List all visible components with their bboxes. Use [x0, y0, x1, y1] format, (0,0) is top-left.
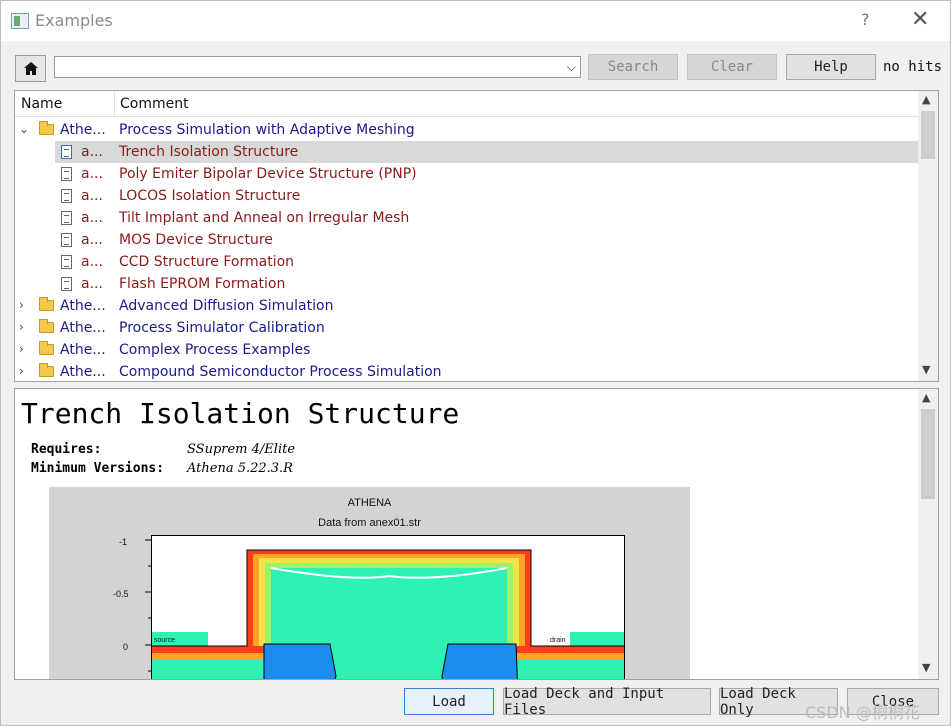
y-tick-label: -1: [119, 537, 128, 547]
tree-row-folder[interactable]: › Athe... Compound Semiconductor Process…: [15, 361, 918, 381]
folder-icon: [39, 363, 54, 377]
tree-row-selected[interactable]: a... Trench Isolation Structure: [55, 141, 918, 163]
chevron-down-icon[interactable]: ⌄: [19, 122, 29, 136]
tree-row-example[interactable]: a... CCD Structure Formation: [15, 251, 918, 273]
hits-status: no hits: [883, 59, 943, 75]
drain-label: drain: [550, 637, 566, 644]
scroll-thumb[interactable]: [921, 111, 935, 159]
tree-row-folder[interactable]: ⌄ Athe... Process Simulation with Adapti…: [15, 119, 918, 141]
scroll-down-icon[interactable]: ▼: [922, 661, 930, 674]
tree-row-example[interactable]: a... LOCOS Isolation Structure: [15, 185, 918, 207]
app-icon: [11, 13, 29, 29]
search-combobox[interactable]: ⌵: [54, 56, 581, 78]
preview-scrollbar[interactable]: ▲ ▼: [918, 389, 938, 679]
tree-row-example[interactable]: a... Flash EPROM Formation: [15, 273, 918, 295]
clear-button[interactable]: Clear: [687, 54, 777, 80]
tree-row-folder[interactable]: › Athe... Process Simulator Calibration: [15, 317, 918, 339]
scroll-up-icon[interactable]: ▲: [922, 391, 930, 404]
folder-icon: [39, 319, 54, 333]
column-header-comment[interactable]: Comment: [120, 96, 189, 112]
watermark: CSDN @桐桐花: [805, 703, 920, 722]
requires-label: Requires:: [31, 442, 102, 457]
column-header-name[interactable]: Name: [21, 96, 62, 112]
tree-row-example[interactable]: a... MOS Device Structure: [15, 229, 918, 251]
preview-title: Trench Isolation Structure: [21, 397, 460, 430]
min-versions-value: Athena 5.22.3.R: [187, 461, 293, 476]
close-icon[interactable]: ✕: [911, 7, 929, 32]
document-icon: [61, 189, 72, 203]
help-question-icon[interactable]: ?: [861, 10, 870, 29]
y-tick-label: 0: [123, 642, 129, 652]
chevron-right-icon[interactable]: ›: [19, 320, 24, 334]
folder-icon: [39, 297, 54, 311]
document-icon: [61, 255, 72, 269]
tree-row-example[interactable]: a... Poly Emiter Bipolar Device Structur…: [15, 163, 918, 185]
load-deck-input-button[interactable]: Load Deck and Input Files: [503, 686, 711, 718]
requires-value: SSuprem 4/Elite: [187, 442, 296, 457]
examples-tree[interactable]: Name Comment ⌄ Athe... Process Simulatio…: [14, 90, 939, 382]
title-bar: Examples ? ✕: [1, 1, 950, 41]
home-icon: [23, 62, 38, 75]
load-button[interactable]: Load: [404, 688, 494, 715]
chevron-right-icon[interactable]: ›: [19, 298, 24, 312]
contour-graphic: [152, 549, 624, 679]
tree-row-folder[interactable]: › Athe... Complex Process Examples: [15, 339, 918, 361]
search-button[interactable]: Search: [588, 54, 678, 80]
document-icon: [61, 145, 72, 159]
folder-icon: [39, 341, 54, 355]
plot-subtitle: Data from anex01.str: [318, 517, 421, 529]
chevron-right-icon[interactable]: ›: [19, 364, 24, 378]
structure-plot-image: ATHENA Data from anex01.str -1 -0.5 0 so…: [49, 487, 690, 679]
document-icon: [61, 277, 72, 291]
home-button[interactable]: [15, 55, 46, 82]
example-preview: Trench Isolation Structure Requires: SSu…: [14, 388, 939, 680]
scroll-up-icon[interactable]: ▲: [922, 93, 930, 106]
folder-icon: [39, 121, 54, 135]
chevron-right-icon[interactable]: ›: [19, 342, 24, 356]
examples-window: Examples ? ✕ ⌵ Search Clear Help no hits…: [0, 0, 951, 726]
tree-row-example[interactable]: a... Tilt Implant and Anneal on Irregula…: [15, 207, 918, 229]
document-icon: [61, 233, 72, 247]
document-icon: [61, 211, 72, 225]
simulation-contour-plot: source drain: [151, 535, 625, 679]
scroll-thumb[interactable]: [921, 409, 935, 499]
tree-scrollbar[interactable]: ▲ ▼: [918, 91, 938, 381]
source-label: source: [154, 637, 176, 644]
document-icon: [61, 167, 72, 181]
help-button[interactable]: Help: [786, 54, 876, 80]
window-title: Examples: [35, 11, 113, 30]
min-versions-label: Minimum Versions:: [31, 461, 165, 476]
plot-title: ATHENA: [347, 497, 392, 509]
scroll-down-icon[interactable]: ▼: [922, 363, 930, 376]
chevron-down-icon[interactable]: ⌵: [567, 60, 576, 75]
y-tick-label: -0.5: [113, 589, 129, 599]
tree-row-folder[interactable]: › Athe... Advanced Diffusion Simulation: [15, 295, 918, 317]
tree-header: Name Comment: [15, 91, 918, 117]
